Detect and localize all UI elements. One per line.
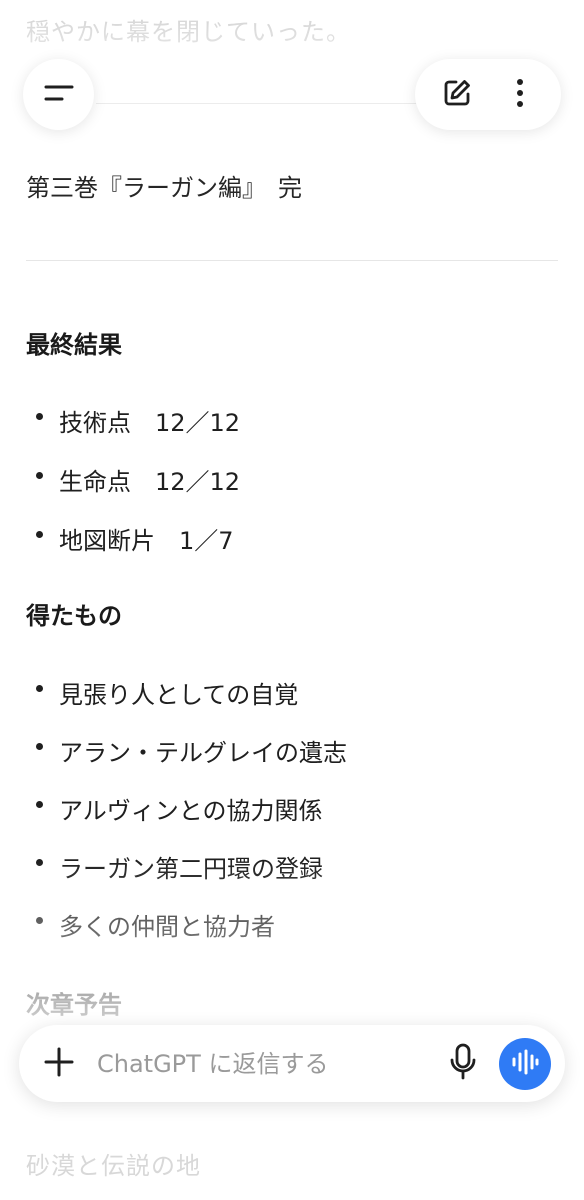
list-item: 見張り人としての自覚 (36, 675, 298, 710)
message-composer (19, 1025, 565, 1102)
list-item-text: 多くの仲間と協力者 (59, 913, 275, 941)
bullet-icon (36, 413, 43, 420)
edit-icon (441, 77, 473, 113)
menu-icon (43, 82, 75, 108)
bullet-icon (36, 685, 43, 692)
list-item: 多くの仲間と協力者 (36, 907, 275, 942)
dictation-button[interactable] (441, 1042, 485, 1086)
new-chat-button[interactable] (433, 71, 481, 119)
list-item-text: 見張り人としての自覚 (59, 681, 299, 709)
section-divider (26, 260, 558, 261)
list-item-text: アルヴィンとの協力関係 (59, 797, 323, 825)
list-item-text: ラーガン第二円環の登録 (59, 855, 323, 883)
heading-final-results: 最終結果 (26, 331, 122, 359)
attach-button[interactable] (39, 1044, 79, 1084)
volume-complete-title: 第三巻『ラーガン編』 完 (26, 174, 302, 202)
heading-next-chapter: 次章予告 (26, 991, 122, 1019)
sidebar-menu-button[interactable] (23, 59, 94, 130)
voice-mode-button[interactable] (499, 1037, 551, 1090)
header-actions (415, 59, 561, 130)
top-divider (96, 103, 416, 104)
list-item-text: 生命点 12／12 (59, 468, 241, 496)
message-input[interactable] (97, 1049, 441, 1078)
more-options-button[interactable] (496, 71, 544, 119)
bullet-icon (36, 917, 43, 924)
voice-waveform-icon (511, 1049, 539, 1079)
list-item: 生命点 12／12 (36, 462, 240, 497)
list-item-text: 地図断片 1／7 (59, 527, 234, 555)
list-item: アラン・テルグレイの遺志 (36, 733, 347, 768)
list-item-text: アラン・テルグレイの遺志 (59, 739, 347, 767)
scrolled-text-top: 穏やかに幕を閉じていった。 (26, 18, 351, 46)
heading-gains: 得たもの (26, 602, 122, 630)
list-item-text: 技術点 12／12 (59, 409, 241, 437)
list-item: 技術点 12／12 (36, 403, 240, 438)
bullet-icon (36, 531, 43, 538)
list-item: アルヴィンとの協力関係 (36, 791, 323, 826)
list-item: 地図断片 1／7 (36, 521, 234, 556)
bullet-icon (36, 801, 43, 808)
list-item: ラーガン第二円環の登録 (36, 849, 323, 884)
chat-screen: 穏やかに幕を閉じていった。 第三巻『ラーガン編』 完 最終結果 技術点 12／1… (0, 0, 584, 1200)
microphone-icon (449, 1043, 477, 1085)
scrolled-text-bottom: 砂漠と伝説の地 (26, 1152, 201, 1180)
bullet-icon (36, 472, 43, 479)
more-vertical-icon (515, 77, 525, 113)
plus-icon (43, 1046, 75, 1082)
bullet-icon (36, 743, 43, 750)
bullet-icon (36, 859, 43, 866)
